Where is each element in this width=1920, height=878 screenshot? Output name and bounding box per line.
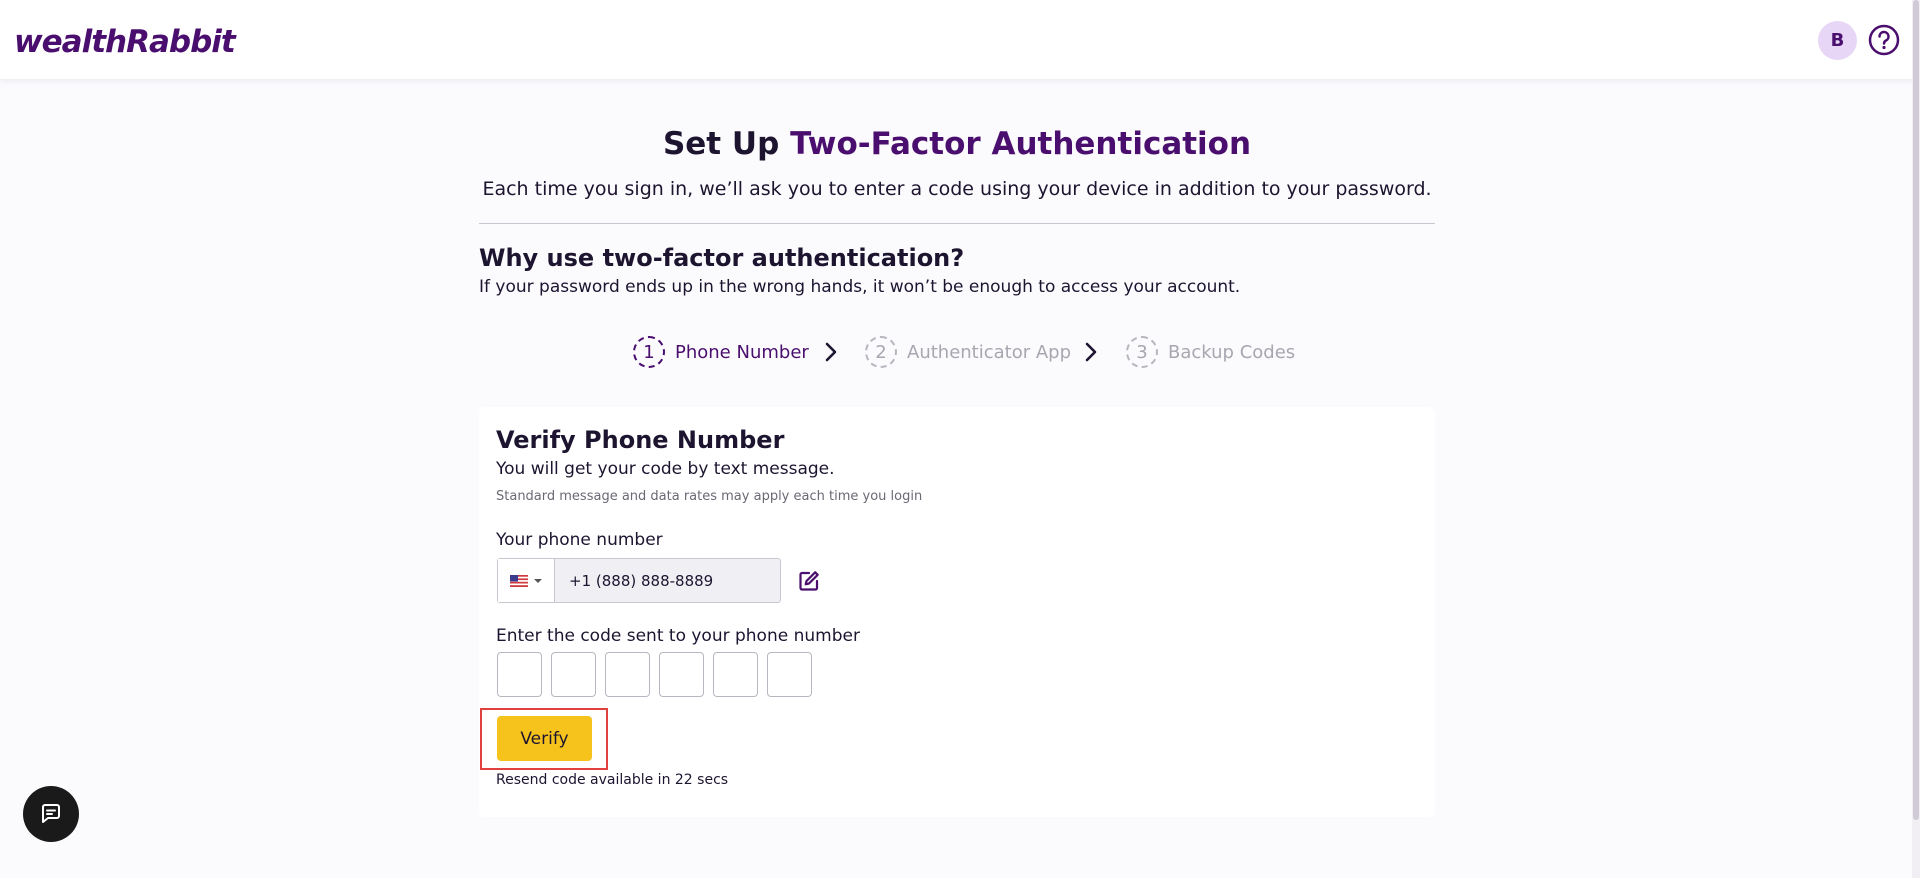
logo-text-rabbit: Rabbit bbox=[126, 24, 236, 60]
country-select[interactable] bbox=[498, 559, 555, 602]
scrollbar-thumb[interactable] bbox=[1913, 0, 1919, 820]
code-label: Enter the code sent to your phone number bbox=[496, 626, 860, 646]
code-digit-input[interactable] bbox=[497, 652, 542, 697]
code-digit-input[interactable] bbox=[659, 652, 704, 697]
page-title: Set Up Two-Factor Authentication bbox=[479, 126, 1435, 162]
resend-code-timer: Resend code available in 22 secs bbox=[496, 772, 729, 788]
step-label: Backup Codes bbox=[1168, 341, 1296, 363]
code-digit-input[interactable] bbox=[605, 652, 650, 697]
question-circle-icon[interactable] bbox=[1866, 22, 1902, 58]
chevron-right-icon bbox=[1085, 342, 1097, 362]
edit-icon[interactable] bbox=[797, 569, 821, 593]
step-number: 2 bbox=[865, 336, 897, 368]
phone-number-field bbox=[497, 558, 781, 603]
step-number: 1 bbox=[633, 336, 665, 368]
card-subtitle: You will get your code by text message. bbox=[496, 459, 835, 479]
code-digit-input[interactable] bbox=[551, 652, 596, 697]
rates-note: Standard message and data rates may appl… bbox=[496, 489, 923, 504]
step-number: 3 bbox=[1126, 336, 1158, 368]
step-authenticator-app[interactable]: 2 Authenticator App bbox=[865, 336, 1071, 368]
phone-number-input[interactable] bbox=[555, 559, 780, 602]
us-flag-icon bbox=[510, 574, 528, 587]
divider bbox=[479, 223, 1435, 224]
chevron-right-icon bbox=[825, 342, 837, 362]
verify-button[interactable]: Verify bbox=[497, 716, 592, 761]
step-backup-codes[interactable]: 3 Backup Codes bbox=[1126, 336, 1295, 368]
step-phone-number[interactable]: 1 Phone Number bbox=[633, 336, 809, 368]
wealthrabbit-logo[interactable]: wealth Rabbit bbox=[14, 20, 236, 64]
chat-icon bbox=[42, 804, 60, 823]
page-title-accent: Two-Factor Authentication bbox=[790, 126, 1252, 162]
step-label: Authenticator App bbox=[907, 341, 1072, 363]
code-digit-input[interactable] bbox=[713, 652, 758, 697]
phone-number-label: Your phone number bbox=[496, 530, 663, 550]
code-digit-input[interactable] bbox=[767, 652, 812, 697]
why-2fa-heading: Why use two-factor authentication? bbox=[479, 244, 965, 272]
page-subtitle: Each time you sign in, we’ll ask you to … bbox=[482, 178, 1432, 200]
logo-text-wealth: wealth bbox=[14, 24, 127, 60]
card-title: Verify Phone Number bbox=[496, 426, 785, 454]
top-header: wealth Rabbit B bbox=[0, 0, 1920, 79]
avatar[interactable]: B bbox=[1818, 21, 1857, 60]
page-title-prefix: Set Up bbox=[662, 126, 791, 162]
step-label: Phone Number bbox=[675, 341, 809, 363]
why-2fa-text: If your password ends up in the wrong ha… bbox=[479, 277, 1241, 297]
chat-button[interactable] bbox=[23, 786, 79, 842]
chevron-down-icon bbox=[534, 578, 542, 583]
